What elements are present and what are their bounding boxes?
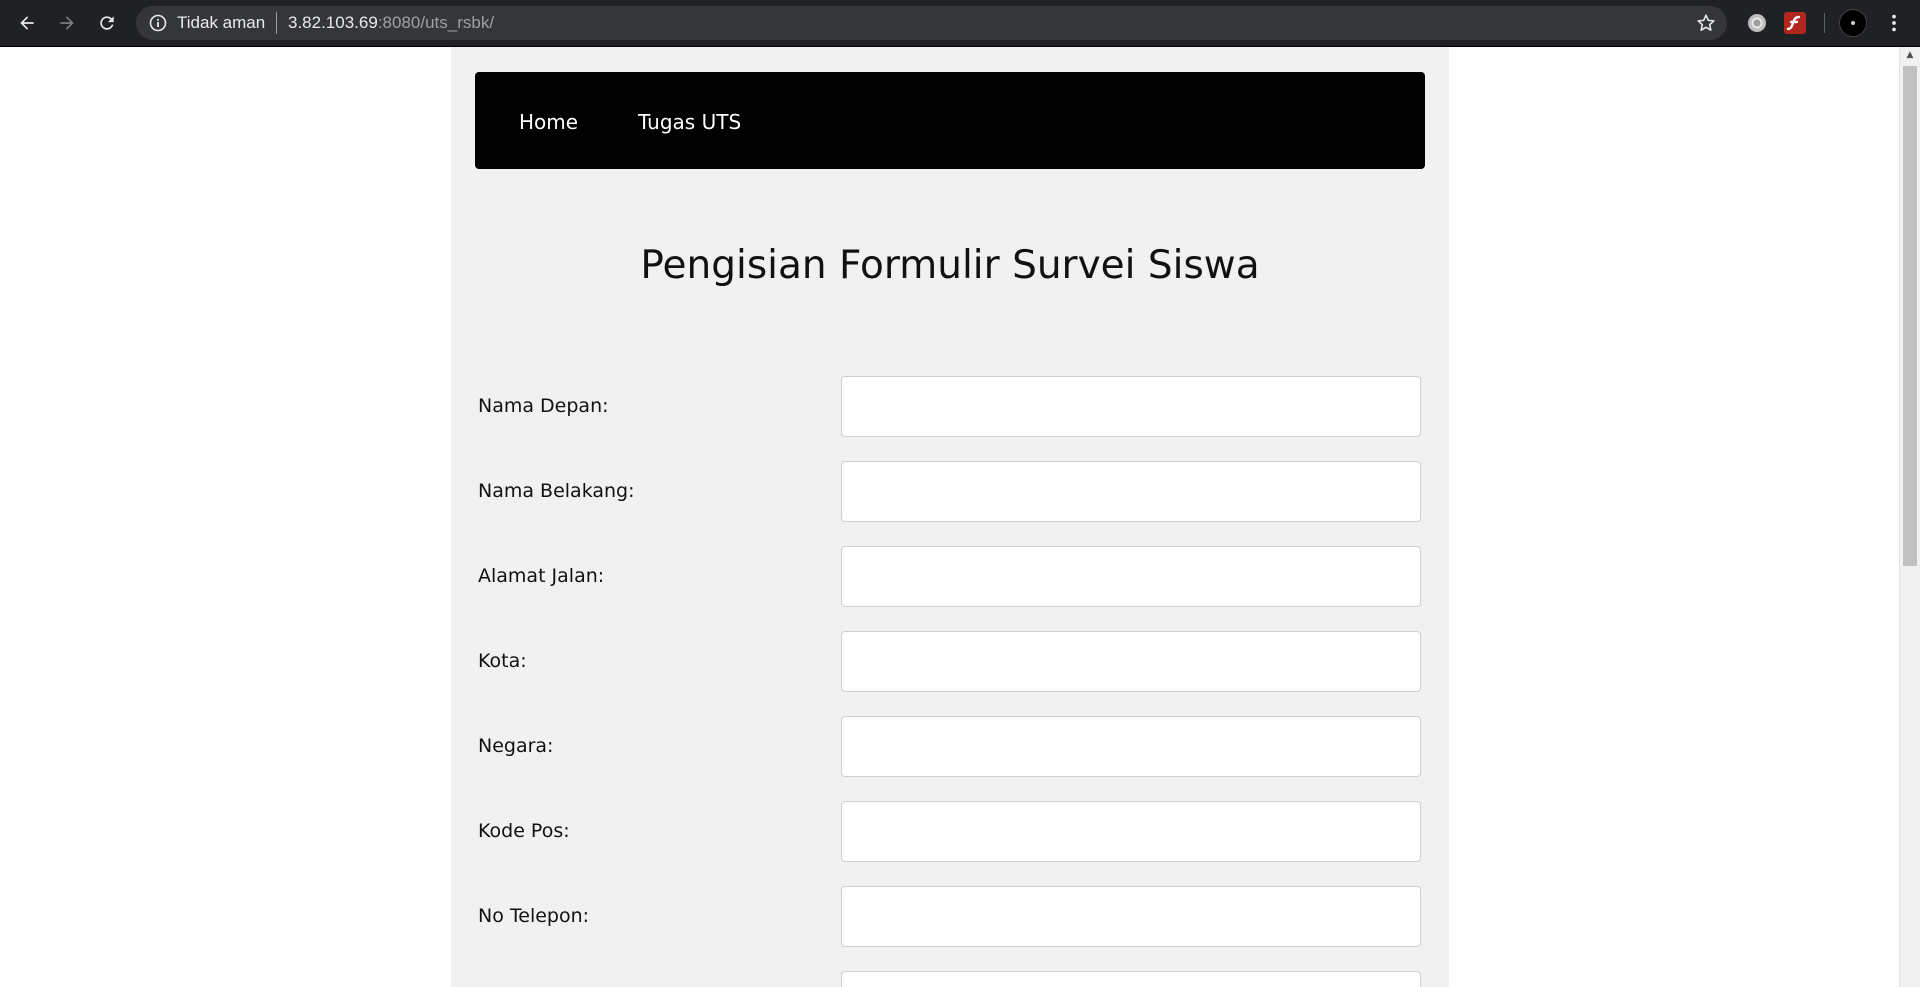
field-label: Nama Depan: <box>478 395 609 417</box>
address-bar[interactable]: Tidak aman 3.82.103.69:8080/uts_rsbk/ <box>136 6 1727 40</box>
form-row-alamat-jalan: Alamat Jalan: <box>478 546 1423 608</box>
negara-input[interactable] <box>841 716 1421 777</box>
field-label: Nama Belakang: <box>478 480 635 502</box>
scroll-thumb[interactable] <box>1903 66 1917 566</box>
security-status: Tidak aman <box>177 13 266 32</box>
form-row-next <box>478 971 1423 987</box>
menu-dots-icon[interactable] <box>1882 11 1906 35</box>
no-telepon-input[interactable] <box>841 886 1421 947</box>
scroll-up-arrow-icon[interactable]: ▲ <box>1900 47 1920 64</box>
url-path: :8080/uts_rsbk/ <box>377 13 495 32</box>
field-label: No Telepon: <box>478 905 590 927</box>
kota-input[interactable] <box>841 631 1421 692</box>
form-row-nama-belakang: Nama Belakang: <box>478 461 1423 523</box>
nama-depan-input[interactable] <box>841 376 1421 437</box>
nav-link-tugas-uts[interactable]: Tugas UTS <box>638 110 741 134</box>
page-viewport: Home Tugas UTS Pengisian Formulir Survei… <box>0 47 1899 987</box>
info-icon[interactable] <box>148 13 168 33</box>
nama-belakang-input[interactable] <box>841 461 1421 522</box>
reload-icon[interactable] <box>91 7 123 39</box>
alamat-jalan-input[interactable] <box>841 546 1421 607</box>
field-label: Kota: <box>478 650 527 672</box>
star-icon[interactable] <box>1695 12 1717 34</box>
field-label: Negara: <box>478 735 554 757</box>
form-row-no-telepon: No Telepon: <box>478 886 1423 948</box>
field-label: Alamat Jalan: <box>478 565 605 587</box>
vertical-scrollbar[interactable]: ▲ <box>1899 47 1920 987</box>
form-row-negara: Negara: <box>478 716 1423 778</box>
flash-icon[interactable] <box>1783 11 1807 35</box>
forward-arrow-icon[interactable] <box>51 7 83 39</box>
field-label: Kode Pos: <box>478 820 570 842</box>
extension-icon[interactable] <box>1745 11 1769 35</box>
next-field-input[interactable] <box>841 971 1421 987</box>
url-text[interactable]: 3.82.103.69:8080/uts_rsbk/ <box>288 13 494 33</box>
page-container: Home Tugas UTS Pengisian Formulir Survei… <box>451 47 1449 987</box>
form-row-kota: Kota: <box>478 631 1423 693</box>
page-title: Pengisian Formulir Survei Siswa <box>640 243 1260 288</box>
form-row-kode-pos: Kode Pos: <box>478 801 1423 863</box>
profile-avatar[interactable] <box>1839 9 1867 37</box>
back-arrow-icon[interactable] <box>11 7 43 39</box>
url-host: 3.82.103.69 <box>288 13 378 32</box>
top-navbar: Home Tugas UTS <box>475 72 1425 169</box>
browser-toolbar: Tidak aman 3.82.103.69:8080/uts_rsbk/ <box>0 0 1920 47</box>
nav-link-home[interactable]: Home <box>519 110 578 134</box>
kode-pos-input[interactable] <box>841 801 1421 862</box>
url-separator <box>276 12 277 34</box>
toolbar-divider <box>1824 13 1825 33</box>
form-row-nama-depan: Nama Depan: <box>478 376 1423 438</box>
